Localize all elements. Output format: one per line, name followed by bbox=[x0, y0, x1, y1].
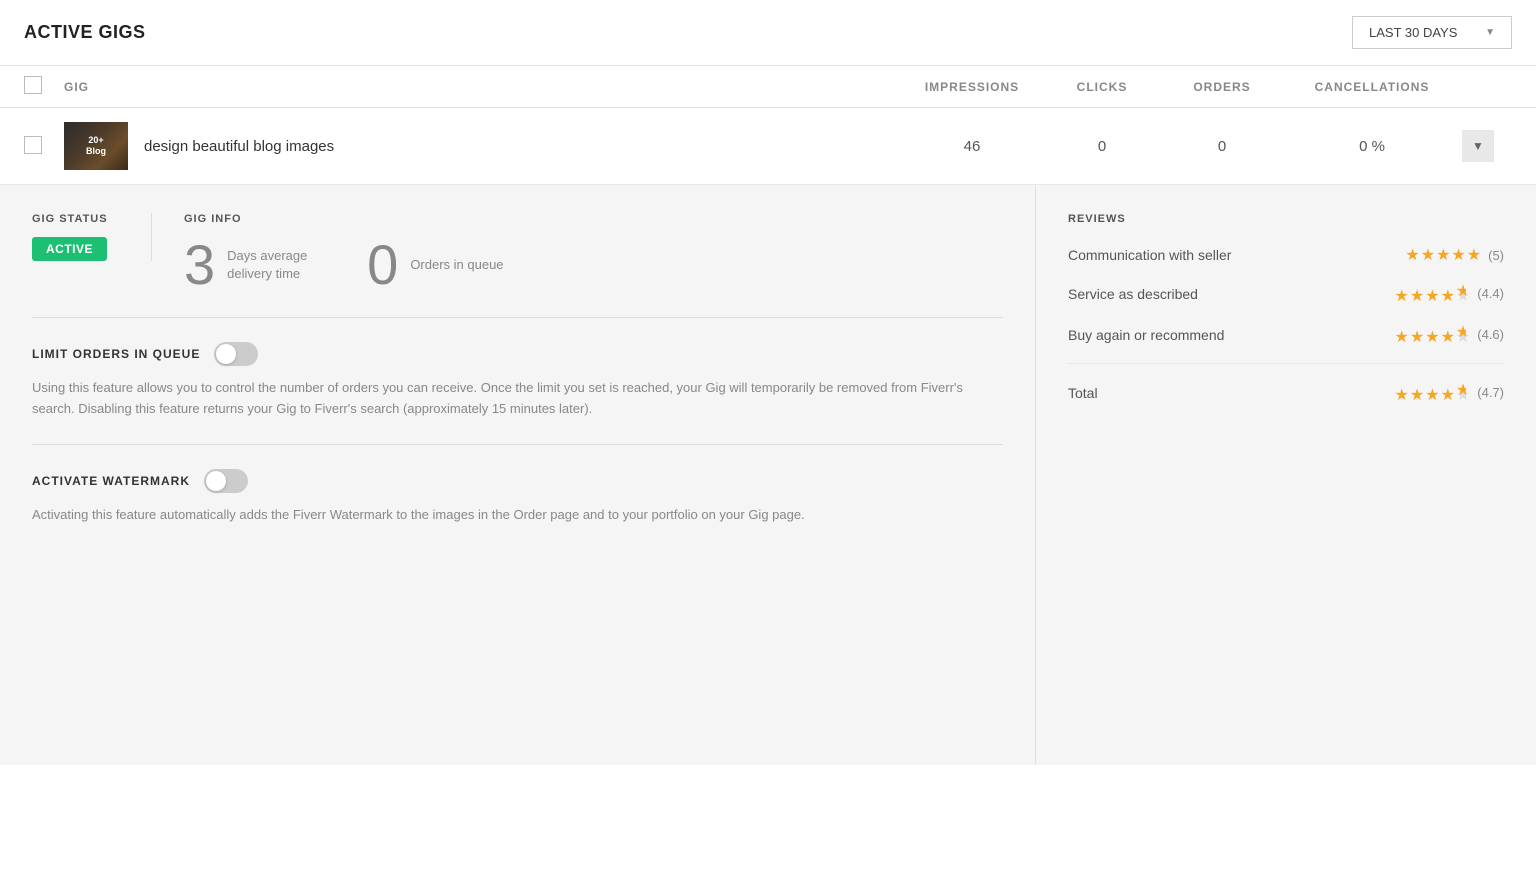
divider-1 bbox=[32, 317, 1003, 318]
watermark-label: ACTIVATE WATERMARK bbox=[32, 474, 190, 488]
review-category-service: Service as described bbox=[1068, 286, 1395, 302]
stars-total: ★★★★★★ bbox=[1395, 380, 1472, 405]
review-row-buyagain: Buy again or recommend ★★★★★★ (4.6) bbox=[1068, 322, 1504, 347]
status-active-badge: ACTIVE bbox=[32, 237, 107, 261]
reviews-title: REVIEWS bbox=[1068, 213, 1504, 225]
date-filter-button[interactable]: LAST 30 DAYS ▼ bbox=[1352, 16, 1512, 49]
watermark-toggle[interactable] bbox=[204, 469, 248, 493]
details-panel: GIG STATUS ACTIVE GIG INFO 3 Days averag… bbox=[0, 185, 1536, 765]
chevron-down-icon: ▼ bbox=[1485, 27, 1495, 38]
table-header: GIG IMPRESSIONS CLICKS ORDERS CANCELLATI… bbox=[0, 66, 1536, 108]
review-stars-communication: ★★★★★ (5) bbox=[1405, 245, 1504, 265]
left-panel: GIG STATUS ACTIVE GIG INFO 3 Days averag… bbox=[0, 185, 1036, 765]
col-header-clicks: CLICKS bbox=[1042, 80, 1162, 94]
gig-cancellations: 0 % bbox=[1282, 138, 1462, 155]
limit-orders-toggle[interactable] bbox=[214, 342, 258, 366]
col-header-impressions: IMPRESSIONS bbox=[902, 80, 1042, 94]
limit-orders-section: LIMIT ORDERS IN QUEUE Using this feature… bbox=[32, 342, 1003, 420]
gig-info-stats: 3 Days average delivery time 0 Orders in… bbox=[184, 237, 1003, 293]
divider-2 bbox=[32, 444, 1003, 445]
gig-status-box: GIG STATUS ACTIVE bbox=[32, 213, 152, 261]
gig-status-label: GIG STATUS bbox=[32, 213, 127, 225]
review-stars-total: ★★★★★★ (4.7) bbox=[1395, 380, 1504, 405]
expand-row-button[interactable]: ▼ bbox=[1462, 130, 1494, 162]
page-header: ACTIVE GIGS LAST 30 DAYS ▼ bbox=[0, 0, 1536, 66]
gig-orders: 0 bbox=[1162, 138, 1282, 155]
page-title: ACTIVE GIGS bbox=[24, 22, 146, 43]
queue-label: Orders in queue bbox=[410, 256, 503, 274]
stars-communication: ★★★★★ bbox=[1405, 245, 1482, 265]
review-total-label: Total bbox=[1068, 385, 1395, 401]
limit-orders-label: LIMIT ORDERS IN QUEUE bbox=[32, 347, 200, 361]
score-service: (4.4) bbox=[1477, 286, 1504, 301]
review-row-communication: Communication with seller ★★★★★ (5) bbox=[1068, 245, 1504, 265]
gig-thumbnail: 20+Blog bbox=[64, 122, 128, 170]
delivery-label: Days average delivery time bbox=[227, 247, 327, 283]
limit-orders-desc: Using this feature allows you to control… bbox=[32, 378, 1003, 420]
stars-buyagain: ★★★★★★ bbox=[1395, 322, 1472, 347]
watermark-section: ACTIVATE WATERMARK Activating this featu… bbox=[32, 469, 1003, 526]
date-filter-label: LAST 30 DAYS bbox=[1369, 25, 1457, 40]
gig-row: 20+Blog design beautiful blog images 46 … bbox=[0, 108, 1536, 185]
stars-service: ★★★★★★ bbox=[1395, 281, 1472, 306]
review-category-buyagain: Buy again or recommend bbox=[1068, 327, 1395, 343]
gig-info-box: GIG INFO 3 Days average delivery time 0 … bbox=[184, 213, 1003, 293]
watermark-desc: Activating this feature automatically ad… bbox=[32, 505, 1003, 526]
review-category-communication: Communication with seller bbox=[1068, 247, 1405, 263]
col-header-orders: ORDERS bbox=[1162, 80, 1282, 94]
queue-stat: 0 Orders in queue bbox=[367, 237, 503, 293]
gig-checkbox[interactable] bbox=[24, 136, 42, 154]
gig-impressions: 46 bbox=[902, 138, 1042, 155]
score-communication: (5) bbox=[1488, 248, 1504, 263]
delivery-stat: 3 Days average delivery time bbox=[184, 237, 327, 293]
review-stars-service: ★★★★★★ (4.4) bbox=[1395, 281, 1504, 306]
top-section: GIG STATUS ACTIVE GIG INFO 3 Days averag… bbox=[32, 213, 1003, 293]
col-header-gig: GIG bbox=[64, 80, 902, 94]
score-total: (4.7) bbox=[1477, 385, 1504, 400]
gig-info: 20+Blog design beautiful blog images bbox=[64, 122, 902, 170]
review-row-service: Service as described ★★★★★★ (4.4) bbox=[1068, 281, 1504, 306]
gig-clicks: 0 bbox=[1042, 138, 1162, 155]
score-buyagain: (4.6) bbox=[1477, 327, 1504, 342]
col-header-cancellations: CANCELLATIONS bbox=[1282, 80, 1462, 94]
right-panel: REVIEWS Communication with seller ★★★★★ … bbox=[1036, 185, 1536, 765]
select-all-checkbox[interactable] bbox=[24, 76, 42, 94]
gig-name: design beautiful blog images bbox=[144, 138, 334, 155]
delivery-number: 3 bbox=[184, 237, 215, 293]
queue-number: 0 bbox=[367, 237, 398, 293]
review-divider bbox=[1068, 363, 1504, 364]
review-stars-buyagain: ★★★★★★ (4.6) bbox=[1395, 322, 1504, 347]
gig-info-label: GIG INFO bbox=[184, 213, 1003, 225]
review-total-row: Total ★★★★★★ (4.7) bbox=[1068, 380, 1504, 405]
